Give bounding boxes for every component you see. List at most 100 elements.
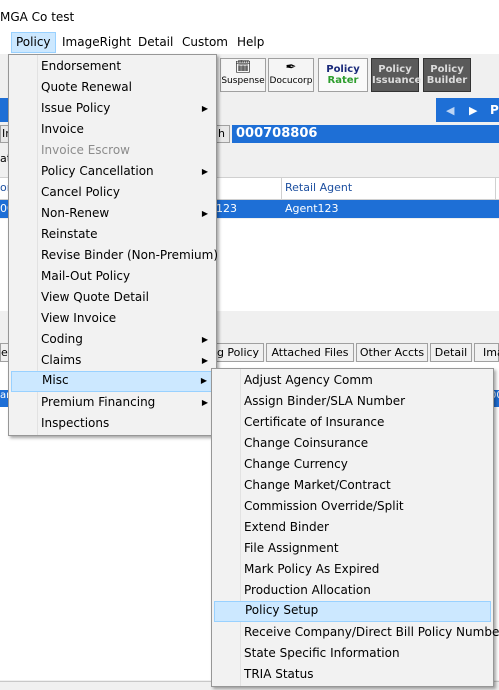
policy-issuance-label-1: Policy — [378, 64, 412, 75]
nav-arrows: ◀ ▶ — [436, 98, 490, 122]
menu-item-view-invoice[interactable]: View Invoice — [11, 308, 214, 329]
toolbar: 🗓 Suspense ✒ Docucorp Policy Rater Polic… — [218, 56, 499, 96]
menu-item-misc[interactable]: Misc ▶ — [11, 371, 214, 392]
menu-item-label: Claims — [41, 353, 82, 367]
policy-id-field[interactable]: 000708806 — [232, 125, 499, 143]
menu-custom[interactable]: Custom — [178, 32, 232, 53]
menu-item-quote-renewal[interactable]: Quote Renewal — [11, 77, 214, 98]
next-arrow-icon[interactable]: ▶ — [469, 104, 477, 117]
misc-item-label: Certificate of Insurance — [244, 415, 385, 429]
misc-item-label: Receive Company/Direct Bill Policy Numbe… — [244, 625, 499, 639]
misc-item-certificate-of-insurance[interactable]: Certificate of Insurance — [214, 412, 491, 433]
misc-item-receive-company-direct-bill-policy-number[interactable]: Receive Company/Direct Bill Policy Numbe… — [214, 622, 499, 643]
misc-item-production-allocation[interactable]: Production Allocation — [214, 580, 491, 601]
submenu-arrow-icon: ▶ — [201, 335, 208, 344]
menu-item-revise-binder-non-premium[interactable]: Revise Binder (Non-Premium) — [11, 245, 218, 266]
docucorp-button[interactable]: ✒ Docucorp — [268, 58, 314, 92]
menu-item-label: Mail-Out Policy — [41, 269, 131, 283]
menu-item-policy-cancellation[interactable]: Policy Cancellation ▶ — [11, 161, 214, 182]
tab-other-accts[interactable]: Other Accts — [356, 343, 428, 362]
menu-item-non-renew[interactable]: Non-Renew ▶ — [11, 203, 214, 224]
misc-item-label: Production Allocation — [244, 583, 371, 597]
menu-item-label: Misc — [42, 373, 69, 387]
policy-issuance-label-2: Issuance — [372, 75, 422, 86]
menu-item-label: Inspections — [41, 416, 110, 430]
menu-item-issue-policy[interactable]: Issue Policy ▶ — [11, 98, 214, 119]
menu-item-premium-financing[interactable]: Premium Financing ▶ — [11, 392, 214, 413]
menu-imageright[interactable]: ImageRight — [58, 32, 135, 53]
grid-col-divider-right — [495, 178, 496, 199]
grid-cell-mid: 123 — [216, 202, 237, 215]
menu-item-invoice-escrow: Invoice Escrow — [11, 140, 214, 161]
menu-item-label: Invoice Escrow — [41, 143, 130, 157]
menu-item-inspections[interactable]: Inspections — [11, 413, 214, 434]
menu-item-invoice[interactable]: Invoice — [11, 119, 214, 140]
misc-item-label: Mark Policy As Expired — [244, 562, 380, 576]
menu-bar: Policy ImageRight Detail Custom Help — [0, 32, 499, 54]
submenu-arrow-icon: ▶ — [201, 398, 208, 407]
menu-item-endorsement[interactable]: Endorsement — [11, 56, 214, 77]
previous-arrow-icon[interactable]: ◀ — [446, 104, 454, 117]
menu-item-label: Cancel Policy — [41, 185, 120, 199]
menu-item-label: View Invoice — [41, 311, 117, 325]
menu-item-view-quote-detail[interactable]: View Quote Detail — [11, 287, 214, 308]
menu-item-label: Invoice — [41, 122, 84, 136]
misc-item-mark-policy-as-expired[interactable]: Mark Policy As Expired — [214, 559, 491, 580]
policy-rater-label-1: Policy — [326, 64, 360, 75]
misc-item-label: Change Coinsurance — [244, 436, 369, 450]
tab-imageright[interactable]: Ima — [474, 343, 499, 362]
misc-item-tria-status[interactable]: TRIA Status — [214, 664, 491, 685]
policy-issuance-button[interactable]: Policy Issuance — [371, 58, 422, 92]
misc-submenu: Adjust Agency Comm Assign Binder/SLA Numb… — [211, 368, 499, 687]
policy-builder-button[interactable]: Policy Builder — [423, 58, 471, 92]
policy-builder-label-1: Policy — [430, 64, 464, 75]
misc-item-label: Extend Binder — [244, 520, 329, 534]
submenu-arrow-icon: ▶ — [201, 167, 208, 176]
menu-item-mail-out-policy[interactable]: Mail-Out Policy — [11, 266, 214, 287]
window-title: MGA Co test — [0, 10, 75, 24]
misc-item-assign-binder-sla-number[interactable]: Assign Binder/SLA Number — [214, 391, 491, 412]
misc-item-label: File Assignment — [244, 541, 339, 555]
menu-item-reinstate[interactable]: Reinstate — [11, 224, 214, 245]
misc-item-commission-override-split[interactable]: Commission Override/Split — [214, 496, 491, 517]
misc-item-policy-setup[interactable]: Policy Setup — [214, 601, 491, 622]
misc-item-label: State Specific Information — [244, 646, 400, 660]
submenu-arrow-icon: ▶ — [201, 104, 208, 113]
misc-item-adjust-agency-comm[interactable]: Adjust Agency Comm — [214, 370, 491, 391]
menu-item-label: Premium Financing — [41, 395, 156, 409]
misc-item-change-market-contract[interactable]: Change Market/Contract — [214, 475, 491, 496]
misc-item-label: Adjust Agency Comm — [244, 373, 373, 387]
menu-item-label: Policy Cancellation — [41, 164, 154, 178]
policy-rater-button[interactable]: Policy Rater — [318, 58, 368, 92]
menu-item-claims[interactable]: Claims ▶ — [11, 350, 214, 371]
policy-builder-label-2: Builder — [426, 75, 468, 86]
misc-item-change-coinsurance[interactable]: Change Coinsurance — [214, 433, 491, 454]
misc-item-label: TRIA Status — [244, 667, 314, 681]
suspense-button[interactable]: 🗓 Suspense — [220, 58, 266, 92]
misc-item-file-assignment[interactable]: File Assignment — [214, 538, 491, 559]
menu-item-label: View Quote Detail — [41, 290, 149, 304]
menu-help[interactable]: Help — [233, 32, 268, 53]
submenu-arrow-icon: ▶ — [200, 376, 207, 385]
submenu-arrow-icon: ▶ — [201, 209, 208, 218]
grid-cell-retail-agent: Agent123 — [285, 202, 339, 215]
menu-item-cancel-policy[interactable]: Cancel Policy — [11, 182, 214, 203]
misc-item-extend-binder[interactable]: Extend Binder — [214, 517, 491, 538]
menu-item-label: Coding — [41, 332, 83, 346]
tab-detail[interactable]: Detail — [430, 343, 472, 362]
menu-item-coding[interactable]: Coding ▶ — [11, 329, 214, 350]
misc-item-change-currency[interactable]: Change Currency — [214, 454, 491, 475]
header-p-label: P — [490, 98, 499, 122]
menu-policy[interactable]: Policy — [11, 32, 56, 53]
submenu-arrow-icon: ▶ — [201, 356, 208, 365]
menu-item-label: Non-Renew — [41, 206, 110, 220]
tab-attached-files[interactable]: Attached Files — [266, 343, 354, 362]
search-button[interactable]: h — [216, 125, 230, 143]
tab-policy[interactable]: g Policy — [212, 343, 264, 362]
misc-item-state-specific-information[interactable]: State Specific Information — [214, 643, 491, 664]
grid-col-retail-agent[interactable]: Retail Agent — [285, 181, 352, 194]
menu-detail[interactable]: Detail — [134, 32, 177, 53]
menu-item-label: Issue Policy — [41, 101, 111, 115]
menu-item-label: Endorsement — [41, 59, 122, 73]
misc-item-label: Change Currency — [244, 457, 348, 471]
